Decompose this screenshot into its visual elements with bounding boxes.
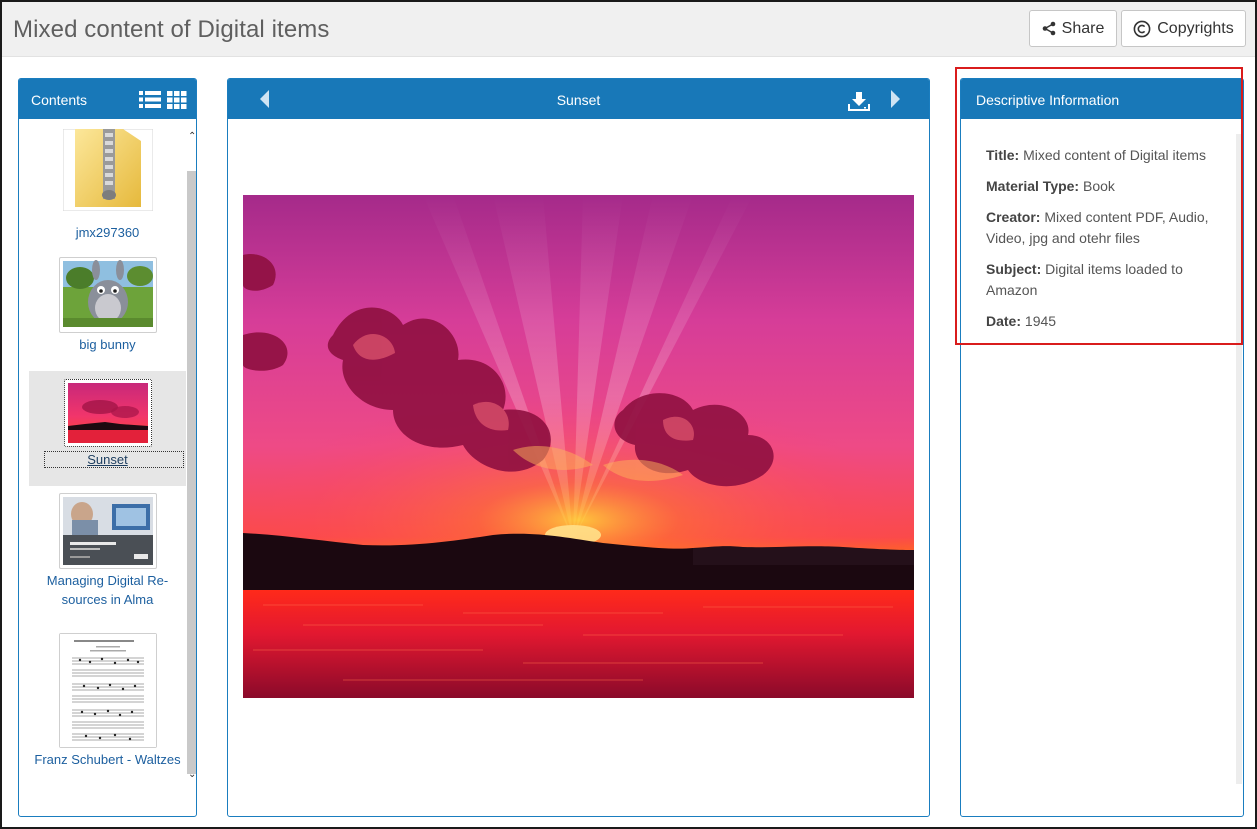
share-label: Share — [1061, 19, 1105, 37]
list-item[interactable]: big bunny — [29, 257, 186, 367]
metadata-creator: Creator: Mixed content PDF, Audio, Video… — [986, 209, 1209, 246]
zip-folder-icon — [62, 128, 153, 212]
list-item[interactable]: Managing Digital Re- sources in Alma — [29, 493, 186, 613]
share-button[interactable]: Share — [1029, 10, 1117, 47]
list-item-label: Franz Schubert - Waltzes — [34, 752, 181, 767]
top-bar: Mixed content of Digital items Share Cop… — [2, 2, 1255, 57]
metadata-subject: Subject: Digital items loaded to Amazon — [986, 261, 1183, 298]
list-item[interactable]: Franz Schubert - Waltzes — [29, 633, 186, 773]
next-arrow-icon[interactable] — [890, 89, 902, 112]
viewer-title: Sunset — [556, 92, 601, 108]
scroll-up-arrow-icon[interactable]: ⌃ — [188, 131, 196, 142]
descriptive-info-panel: Descriptive Information Title: Mixed con… — [960, 78, 1244, 817]
contents-title: Contents — [31, 92, 88, 108]
viewer-panel: Sunset — [227, 78, 930, 817]
download-icon[interactable] — [848, 91, 870, 114]
list-item[interactable]: jmx297360 — [29, 128, 186, 240]
copyright-icon — [1133, 20, 1151, 38]
metadata-date: Date: 1945 — [986, 313, 1057, 329]
list-item-label: big bunny — [79, 337, 136, 352]
video-thumbnail — [58, 257, 157, 333]
page-title: Mixed content of Digital items — [13, 16, 330, 43]
descriptive-info-header: Descriptive Information — [961, 79, 1243, 119]
grid-view-icon[interactable] — [167, 90, 187, 112]
copyrights-label: Copyrights — [1157, 19, 1234, 37]
list-item-label: Managing Digital Re- — [46, 573, 169, 588]
sheet-music-thumbnail — [58, 633, 157, 748]
metadata-title: Title: Mixed content of Digital items — [986, 147, 1206, 163]
contents-list: jmx297360 big bunny Sunset Managing Digi… — [19, 119, 187, 816]
list-item-label: Sunset — [87, 452, 128, 467]
main-image-sunset — [243, 195, 914, 698]
contents-panel: Contents jmx297360 big bunny Sunset Mana… — [18, 78, 197, 817]
list-view-icon[interactable] — [139, 90, 161, 112]
descriptive-info-title: Descriptive Information — [976, 92, 1120, 108]
list-item-label-line2: sources in Alma — [61, 592, 154, 607]
list-item-label: jmx297360 — [75, 225, 140, 240]
scrollbar-thumb[interactable] — [187, 171, 196, 774]
descriptive-info-scrollbar[interactable] — [1236, 134, 1242, 784]
copyrights-button[interactable]: Copyrights — [1121, 10, 1246, 47]
list-item-selected[interactable]: Sunset — [29, 371, 186, 486]
metadata-material-type: Material Type: Book — [986, 178, 1115, 194]
presentation-thumbnail — [58, 493, 157, 569]
share-icon — [1042, 21, 1056, 36]
viewer-header: Sunset — [228, 79, 929, 119]
scroll-down-arrow-icon[interactable]: ⌄ — [188, 769, 196, 780]
image-thumbnail — [63, 379, 152, 447]
contents-header: Contents — [19, 79, 196, 119]
metadata-list: Title: Mixed content of Digital items Ma… — [986, 145, 1211, 342]
